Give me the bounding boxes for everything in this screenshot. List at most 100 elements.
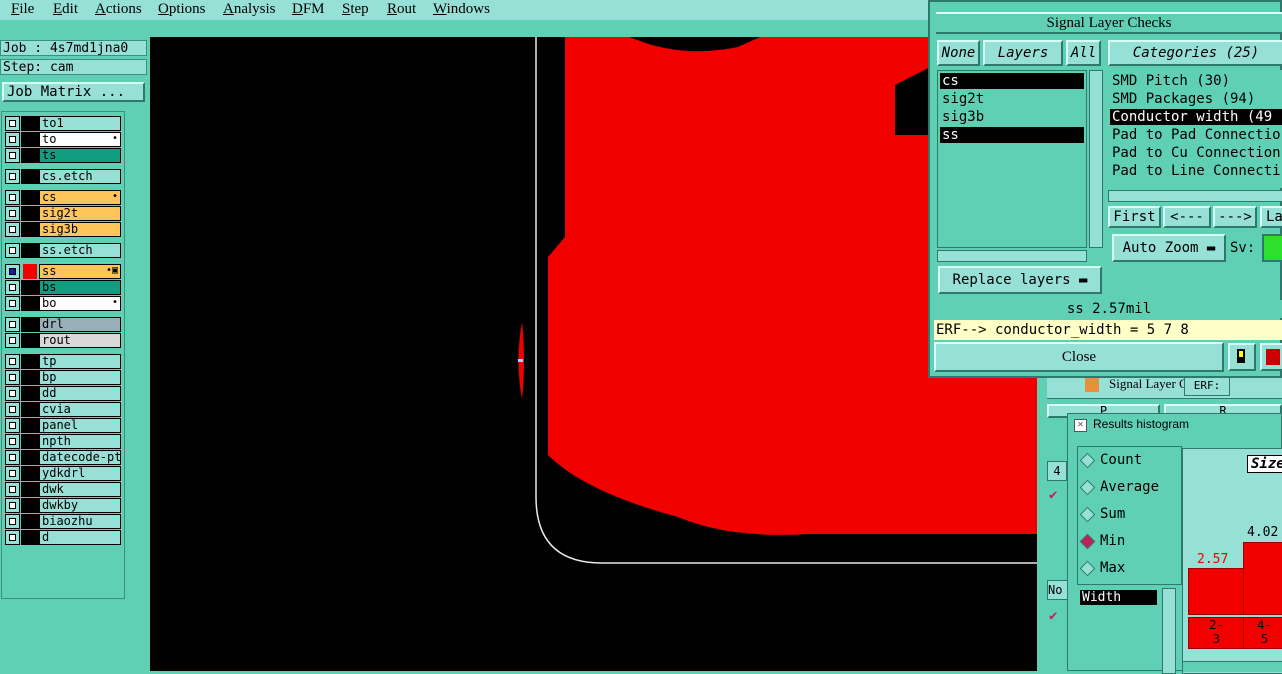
- layer-row-rout[interactable]: rout: [5, 333, 121, 348]
- option-min[interactable]: Min: [1079, 530, 1174, 552]
- categories-button[interactable]: Categories (25): [1108, 40, 1282, 66]
- menu-dfm[interactable]: DFM: [292, 0, 325, 18]
- layer-row-npth[interactable]: npth: [5, 434, 121, 449]
- categories-list[interactable]: SMD Pitch (30) SMD Packages (94) Conduct…: [1108, 70, 1282, 188]
- layer-row-cvia[interactable]: cvia: [5, 402, 121, 417]
- layer-row-datecode-ptc[interactable]: datecode-ptc: [5, 450, 121, 465]
- layer-name[interactable]: drl: [39, 317, 121, 332]
- layer-checkbox[interactable]: [5, 116, 20, 131]
- categories-hscroll[interactable]: [1108, 190, 1282, 202]
- menu-windows[interactable]: Windows: [433, 0, 490, 18]
- option-max[interactable]: Max: [1079, 557, 1174, 579]
- layer-name[interactable]: tp: [39, 354, 121, 369]
- results-field-4[interactable]: 4: [1047, 461, 1067, 481]
- menu-rout[interactable]: Rout: [387, 0, 416, 18]
- layer-row-to[interactable]: to •: [5, 132, 121, 147]
- layer-checkbox[interactable]: [5, 169, 20, 184]
- layer-row-bp[interactable]: bp: [5, 370, 121, 385]
- last-button[interactable]: La: [1260, 206, 1282, 228]
- layer-name[interactable]: rout: [39, 333, 121, 348]
- layer-checkbox[interactable]: [5, 243, 20, 258]
- width-field[interactable]: Width: [1080, 590, 1157, 605]
- list-item[interactable]: SMD Pitch (30): [1110, 73, 1282, 89]
- layer-checkbox[interactable]: [5, 333, 20, 348]
- layer-row-d[interactable]: d: [5, 530, 121, 545]
- option-sum[interactable]: Sum: [1079, 503, 1174, 525]
- severity-indicator[interactable]: [1262, 234, 1282, 262]
- histogram-range-cell[interactable]: 4- 5: [1243, 617, 1282, 649]
- layer-name[interactable]: dwk: [39, 482, 121, 497]
- layer-name[interactable]: panel: [39, 418, 121, 433]
- layer-list-hscroll[interactable]: [937, 250, 1087, 262]
- histogram-bar[interactable]: [1243, 542, 1282, 615]
- layer-checkbox[interactable]: [5, 222, 20, 237]
- layer-name[interactable]: cs: [39, 190, 121, 205]
- layers-button[interactable]: Layers: [983, 40, 1063, 66]
- layer-row-cs.etch[interactable]: cs.etch: [5, 169, 121, 184]
- layer-row-ss[interactable]: ss •▣: [5, 264, 121, 279]
- layer-row-tp[interactable]: tp: [5, 354, 121, 369]
- layer-row-sig2t[interactable]: sig2t: [5, 206, 121, 221]
- layer-name[interactable]: npth: [39, 434, 121, 449]
- list-item[interactable]: ss: [940, 127, 1084, 143]
- layer-checkbox[interactable]: [5, 206, 20, 221]
- histogram-bar[interactable]: [1188, 568, 1245, 615]
- previous-button[interactable]: <---: [1163, 206, 1211, 228]
- layer-name[interactable]: cvia: [39, 402, 121, 417]
- layer-row-to1[interactable]: to1: [5, 116, 121, 131]
- histogram-range-cell[interactable]: 2- 3: [1188, 617, 1245, 649]
- layer-checkbox[interactable]: [5, 530, 20, 545]
- list-item[interactable]: sig2t: [940, 91, 1084, 107]
- erf-field[interactable]: ERF:: [1184, 376, 1230, 396]
- layer-checkbox[interactable]: [5, 354, 20, 369]
- layer-name[interactable]: sig2t: [39, 206, 121, 221]
- graphic-canvas[interactable]: [150, 37, 1037, 671]
- list-item[interactable]: cs: [940, 73, 1084, 89]
- histogram-scrollbar[interactable]: [1162, 588, 1176, 674]
- layer-row-ts[interactable]: ts: [5, 148, 121, 163]
- results-field-no[interactable]: No: [1047, 580, 1069, 600]
- option-count[interactable]: Count: [1079, 449, 1174, 471]
- report-icon[interactable]: [1260, 343, 1282, 371]
- menu-step[interactable]: Step: [342, 0, 369, 18]
- layer-row-dwkby[interactable]: dwkby: [5, 498, 121, 513]
- layer-name[interactable]: datecode-ptc: [39, 450, 121, 465]
- layer-name[interactable]: bp: [39, 370, 121, 385]
- layer-name[interactable]: dwkby: [39, 498, 121, 513]
- layer-checkbox[interactable]: [5, 386, 20, 401]
- layer-checkbox[interactable]: [5, 190, 20, 205]
- histogram-hscroll[interactable]: [1183, 661, 1282, 672]
- list-item[interactable]: sig3b: [940, 109, 1084, 125]
- none-button[interactable]: None: [937, 40, 980, 66]
- layer-select-list[interactable]: cs sig2t sig3b ss: [937, 70, 1087, 248]
- layer-name[interactable]: bo: [39, 296, 121, 311]
- layer-row-ss.etch[interactable]: ss.etch: [5, 243, 121, 258]
- menu-file[interactable]: File: [11, 0, 34, 18]
- layer-name[interactable]: ts: [39, 148, 121, 163]
- option-average[interactable]: Average: [1079, 476, 1174, 498]
- layer-checkbox[interactable]: [5, 418, 20, 433]
- tool-icon[interactable]: [1228, 343, 1256, 371]
- menu-actions[interactable]: Actions: [95, 0, 142, 18]
- layer-list-vscroll[interactable]: [1089, 70, 1103, 248]
- layer-checkbox[interactable]: [5, 148, 20, 163]
- layer-name[interactable]: to1: [39, 116, 121, 131]
- layer-row-sig3b[interactable]: sig3b: [5, 222, 121, 237]
- layer-row-cs[interactable]: cs •: [5, 190, 121, 205]
- layer-checkbox[interactable]: [5, 482, 20, 497]
- layer-row-panel[interactable]: panel: [5, 418, 121, 433]
- layer-row-drl[interactable]: drl: [5, 317, 121, 332]
- layer-checkbox[interactable]: [5, 450, 20, 465]
- layer-checkbox[interactable]: [5, 498, 20, 513]
- list-item[interactable]: Conductor width (49: [1110, 109, 1282, 125]
- layer-name[interactable]: sig3b: [39, 222, 121, 237]
- layer-checkbox[interactable]: [5, 317, 20, 332]
- layer-row-bs[interactable]: bs: [5, 280, 121, 295]
- layer-row-ydkdrl[interactable]: ydkdrl: [5, 466, 121, 481]
- layer-name[interactable]: ss.etch: [39, 243, 121, 258]
- first-button[interactable]: First: [1108, 206, 1161, 228]
- menu-analysis[interactable]: Analysis: [223, 0, 276, 18]
- layer-checkbox[interactable]: [5, 296, 20, 311]
- all-button[interactable]: All: [1066, 40, 1101, 66]
- layer-row-dwk[interactable]: dwk: [5, 482, 121, 497]
